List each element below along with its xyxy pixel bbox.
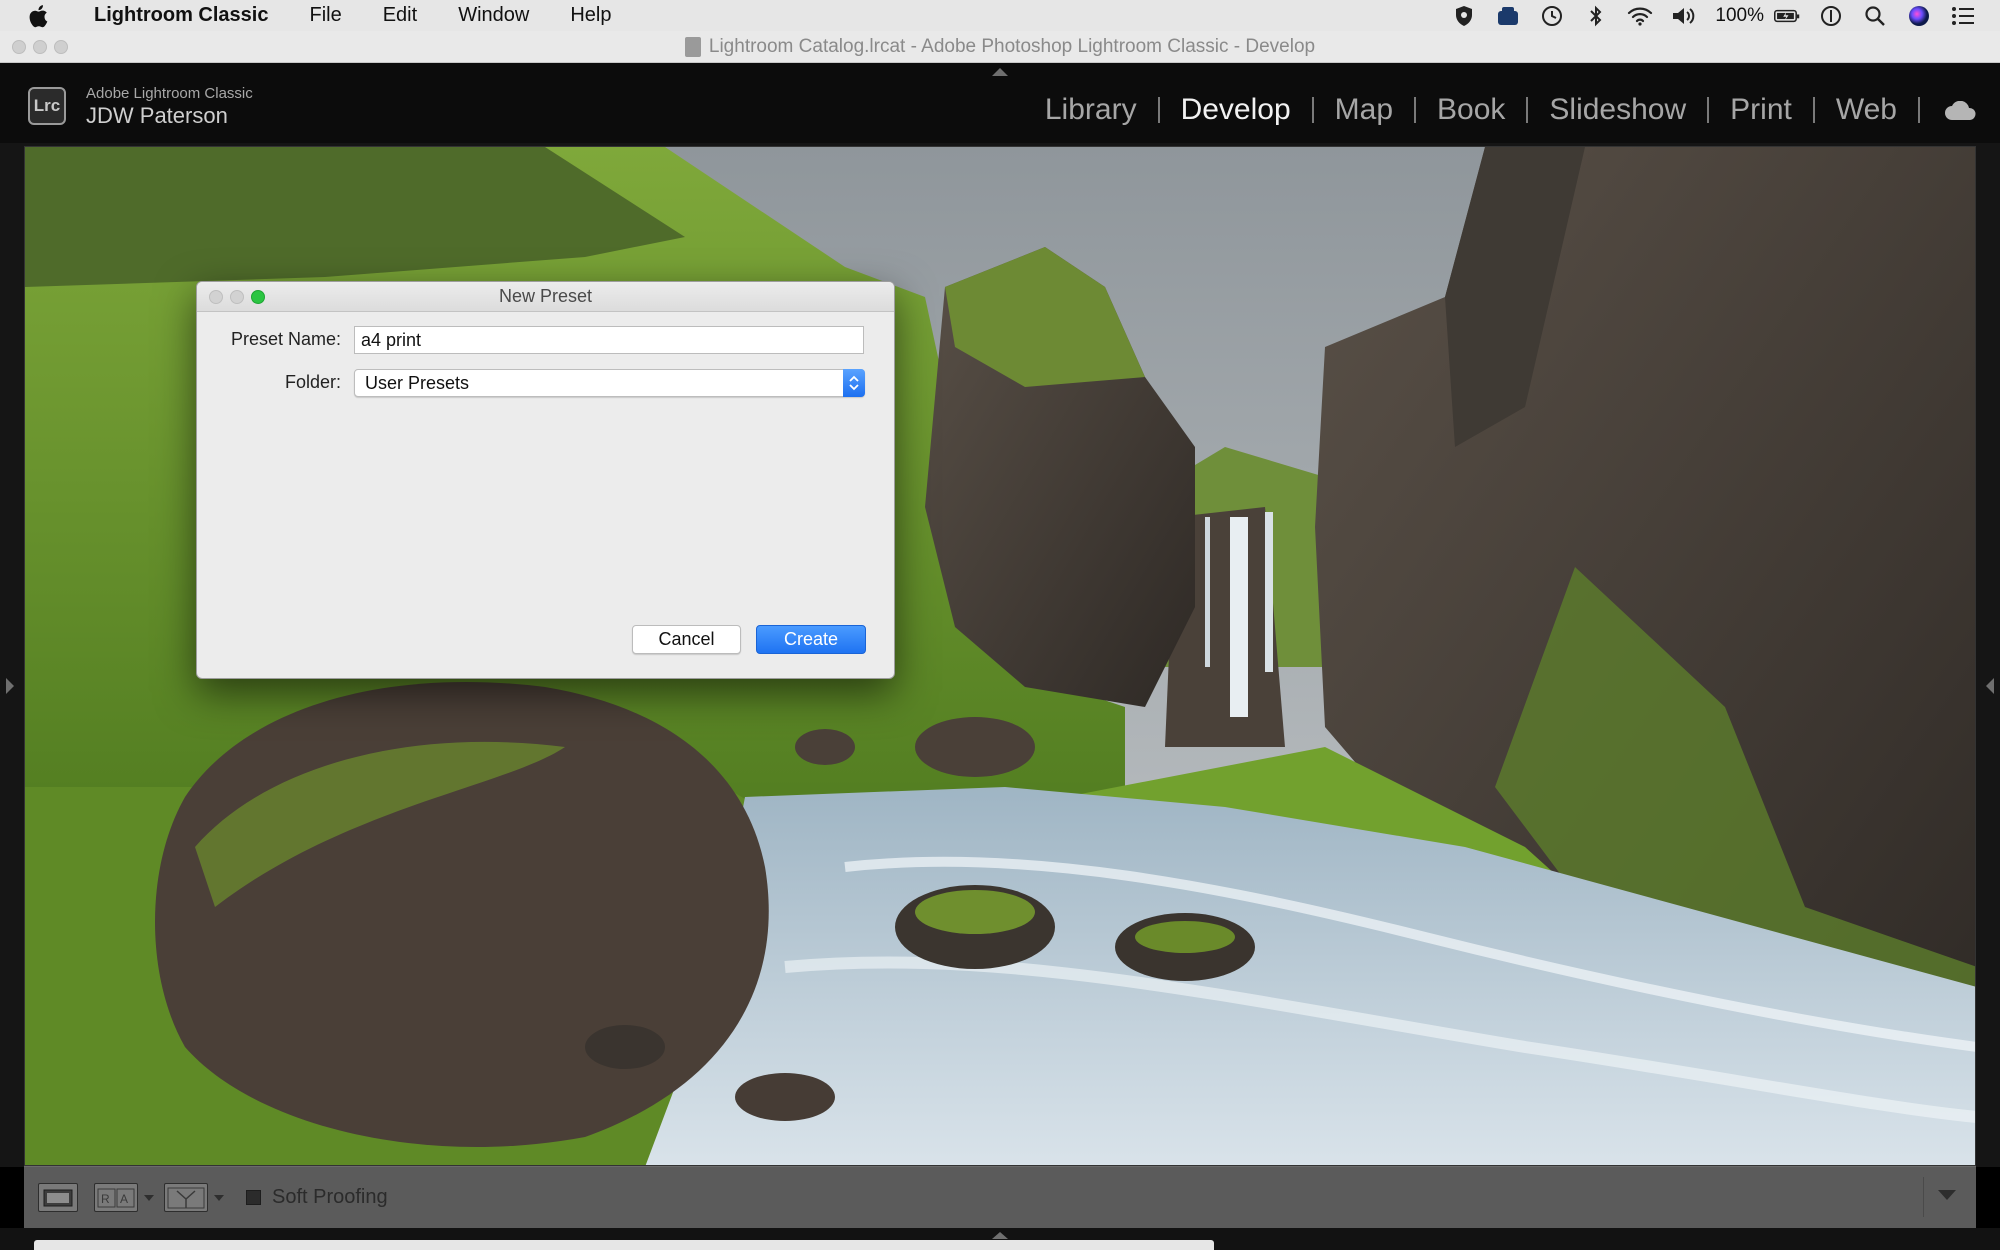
- filmstrip-panel: [0, 1228, 2000, 1250]
- product-name: Adobe Lightroom Classic: [86, 85, 253, 102]
- expand-right-panel-arrow-icon[interactable]: [1986, 678, 1994, 694]
- user-name: JDW Paterson: [86, 103, 228, 128]
- expand-filmstrip-arrow-icon[interactable]: [992, 1232, 1008, 1239]
- folder-select-value: User Presets: [365, 373, 470, 393]
- menu-app-name[interactable]: Lightroom Classic: [76, 0, 289, 31]
- new-preset-dialog: New Preset Preset Name: Folder: User Pre…: [196, 281, 895, 679]
- menu-window[interactable]: Window: [438, 0, 550, 31]
- filmstrip-header-bar: [34, 1240, 1214, 1250]
- menu-edit[interactable]: Edit: [363, 0, 438, 31]
- folder-row: Folder:: [197, 372, 341, 393]
- create-button[interactable]: Create: [756, 625, 866, 654]
- module-picker: Library Develop Map Book Slideshow Print…: [1024, 93, 1920, 127]
- catalog-document-icon: [684, 36, 701, 57]
- module-print[interactable]: Print: [1709, 93, 1813, 127]
- module-slideshow[interactable]: Slideshow: [1528, 93, 1707, 127]
- before-after-view-icon[interactable]: RA: [94, 1183, 138, 1212]
- spotlight-search-icon[interactable]: [1862, 3, 1888, 29]
- cloud-sync-status-icon[interactable]: [1944, 100, 1978, 121]
- preset-name-input[interactable]: [354, 326, 864, 354]
- volume-icon[interactable]: [1671, 3, 1697, 29]
- menu-file[interactable]: File: [289, 0, 362, 31]
- cancel-button[interactable]: Cancel: [632, 625, 741, 654]
- identity-plate: Adobe Lightroom Classic JDW Paterson: [86, 85, 253, 129]
- battery-percent: 100%: [1715, 4, 1764, 26]
- window-minimize-button[interactable]: [33, 40, 47, 54]
- lightroom-header: Lrc Adobe Lightroom Classic JDW Paterson…: [0, 63, 2000, 143]
- notification-center-icon[interactable]: [1950, 3, 1976, 29]
- reference-view-icon[interactable]: [164, 1183, 208, 1212]
- window-zoom-button[interactable]: [54, 40, 68, 54]
- reference-view-dropdown-arrow-icon[interactable]: [214, 1194, 224, 1201]
- window-close-button[interactable]: [12, 40, 26, 54]
- apple-menu-icon[interactable]: [28, 0, 58, 31]
- module-book[interactable]: Book: [1416, 93, 1526, 127]
- lrc-logo: Lrc: [28, 87, 66, 125]
- menu-help[interactable]: Help: [550, 0, 632, 31]
- soft-proofing-label: Soft Proofing: [272, 1186, 388, 1208]
- folder-label: Folder:: [284, 372, 341, 392]
- dialog-minimize-button[interactable]: [230, 290, 244, 304]
- loupe-view-button[interactable]: [38, 1183, 78, 1212]
- soft-proofing-checkbox[interactable]: [246, 1190, 261, 1205]
- shield-icon[interactable]: [1451, 3, 1477, 29]
- dialog-title-bar: New Preset: [197, 282, 894, 312]
- expand-left-panel-arrow-icon[interactable]: [6, 678, 14, 694]
- folder-select[interactable]: User Presets: [354, 369, 865, 397]
- module-map[interactable]: Map: [1314, 93, 1414, 127]
- dialog-close-button[interactable]: [209, 290, 223, 304]
- module-separator: [1918, 97, 1920, 123]
- toolbar-content-menu-chevron-icon[interactable]: [1938, 1190, 1956, 1200]
- updown-chevron-icon: [843, 369, 865, 397]
- time-machine-icon[interactable]: [1539, 3, 1565, 29]
- preset-name-row: Preset Name:: [197, 329, 341, 350]
- before-after-dropdown-arrow-icon[interactable]: [144, 1194, 154, 1201]
- macos-menu-bar: Lightroom Classic File Edit Window Help …: [0, 0, 2000, 31]
- bluetooth-icon[interactable]: [1583, 3, 1609, 29]
- svg-text:R: R: [101, 1192, 110, 1206]
- dialog-zoom-button[interactable]: [251, 290, 265, 304]
- module-develop[interactable]: Develop: [1160, 93, 1312, 127]
- collapse-top-panel-arrow-icon[interactable]: [992, 68, 1008, 76]
- window-title-bar: Lightroom Catalog.lrcat - Adobe Photosho…: [0, 31, 2000, 63]
- accessibility-icon[interactable]: [1818, 3, 1844, 29]
- module-library[interactable]: Library: [1024, 93, 1158, 127]
- preset-name-label: Preset Name:: [230, 329, 341, 349]
- develop-toolbar: RA Soft Proofing: [24, 1166, 1976, 1228]
- module-web[interactable]: Web: [1815, 93, 1918, 127]
- svg-text:A: A: [120, 1192, 128, 1206]
- toolbar-divider: [1923, 1177, 1924, 1217]
- cloud-sync-icon[interactable]: [1495, 3, 1521, 29]
- battery-icon[interactable]: [1774, 3, 1800, 29]
- dialog-title: New Preset: [498, 286, 593, 306]
- window-title: Lightroom Catalog.lrcat - Adobe Photosho…: [708, 35, 1316, 57]
- wifi-icon[interactable]: [1627, 3, 1653, 29]
- siri-icon[interactable]: [1906, 3, 1932, 29]
